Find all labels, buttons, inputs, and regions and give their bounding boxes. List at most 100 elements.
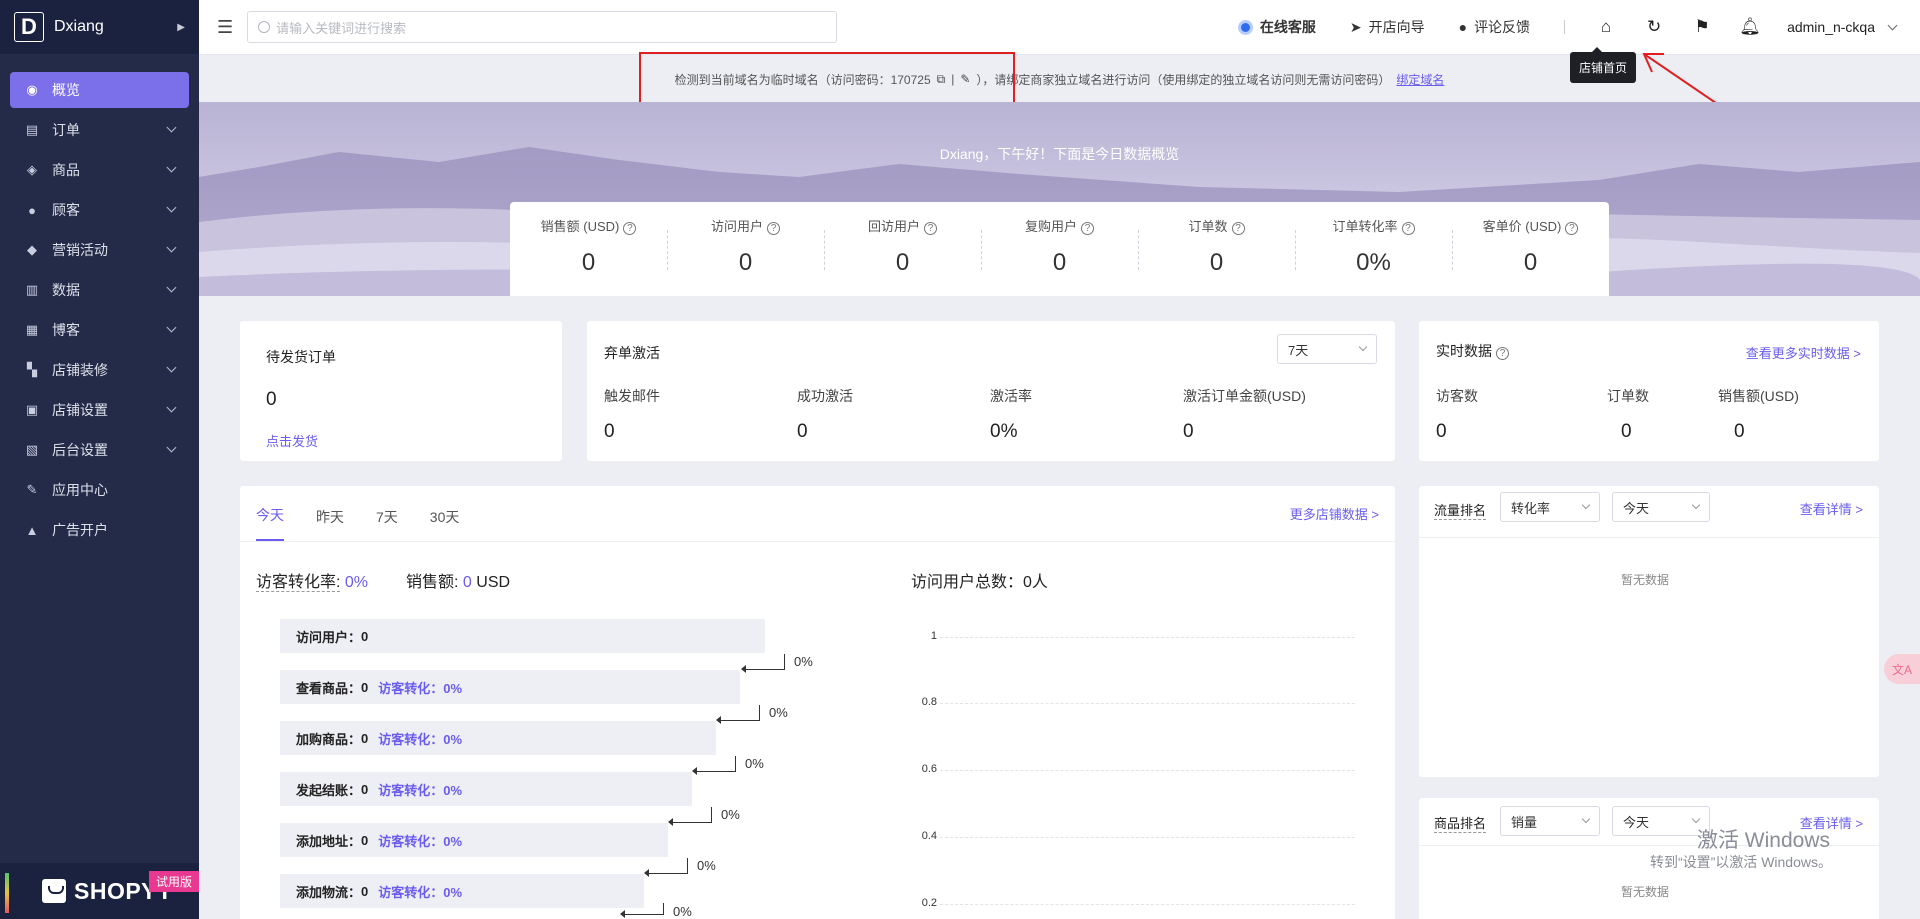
more-realtime-link[interactable]: 查看更多实时数据 > — [1746, 343, 1861, 362]
sidebar-item-blog[interactable]: ▦ 博客 — [10, 312, 189, 348]
sidebar-item-apps[interactable]: ✎ 应用中心 — [10, 472, 189, 508]
range-select[interactable]: 今天 — [1612, 806, 1710, 836]
help-icon[interactable]: ? — [1496, 347, 1509, 360]
sidebar-item-store-settings[interactable]: ▣ 店铺设置 — [10, 392, 189, 428]
dashboard-icon: ◉ — [26, 82, 38, 97]
admin-settings-icon: ▧ — [25, 442, 39, 457]
pending-count: 0 — [266, 389, 277, 410]
feedback-label: 评论反馈 — [1474, 19, 1531, 35]
chevron-down-icon[interactable] — [1887, 20, 1898, 30]
funnel-value: 0 — [361, 730, 369, 746]
y-tick-label: 0.2 — [921, 897, 937, 909]
funnel-connector — [644, 858, 688, 877]
range-select[interactable]: 7天 — [1277, 334, 1377, 364]
chevron-down-icon — [166, 242, 177, 253]
os-activation-watermark: 激活 Windows — [1696, 829, 1830, 852]
chevron-down-icon — [166, 402, 177, 413]
refresh-icon[interactable]: ↻ — [1643, 16, 1665, 38]
flag-icon[interactable]: ⚑ — [1691, 16, 1713, 38]
metric-label: 激活订单金额(USD) — [1183, 388, 1306, 404]
sidebar-item-decoration[interactable]: ▚ 店铺装修 — [10, 352, 189, 388]
stat-value: 0 — [1052, 249, 1067, 276]
bind-domain-link[interactable]: 绑定域名 — [1396, 71, 1444, 88]
store-name: Dxiang — [54, 18, 104, 35]
help-icon[interactable]: ? — [1231, 222, 1245, 235]
metric-value: 0 — [797, 421, 808, 442]
sidebar-item-admin-settings[interactable]: ▧ 后台设置 — [10, 432, 189, 468]
funnel-value: 0 — [361, 679, 369, 695]
trial-badge: 试用版 — [148, 871, 199, 892]
sidebar-item-label: 应用中心 — [52, 482, 108, 498]
stat-label: 复购用户 — [1024, 219, 1077, 234]
customer-service-link[interactable]: 在线客服 — [1237, 17, 1316, 37]
stat-value: 0 — [581, 249, 596, 276]
tab-today[interactable]: 今天 — [256, 505, 284, 541]
help-icon[interactable]: ? — [1401, 222, 1415, 235]
metric-select-value: 转化率 — [1511, 500, 1551, 516]
bell-icon[interactable]: 🔔︎ — [1739, 16, 1761, 38]
search-placeholder: 请输入关键词进行搜索 — [276, 20, 407, 36]
funnel-row: 添加地址： 0 访客转化：0% — [280, 823, 668, 857]
metric-select[interactable]: 转化率 — [1500, 492, 1600, 522]
feedback-link[interactable]: ● 评论反馈 — [1459, 17, 1530, 37]
products-icon: ◈ — [27, 162, 37, 177]
help-icon[interactable]: ? — [623, 222, 637, 235]
traffic-details-link[interactable]: 查看详情 > — [1800, 499, 1863, 518]
tab-7days[interactable]: 7天 — [376, 507, 398, 541]
top-actions: 在线客服 ➤ 开店向导 ● 评论反馈 ⌂ ↻ ⚑ 🔔︎ admin_n-ckqa — [1237, 0, 1920, 55]
sidebar-item-marketing[interactable]: ◆ 营销活动 — [10, 232, 189, 268]
stat-returning: 回访用户? 0 — [824, 216, 981, 296]
stat-label: 客单价 (USD) — [1482, 219, 1562, 234]
ship-now-link[interactable]: 点击发货 — [266, 431, 318, 450]
y-tick-label: 0.6 — [921, 763, 937, 775]
sidebar-item-data[interactable]: ▥ 数据 — [10, 272, 189, 308]
tab-yesterday[interactable]: 昨天 — [316, 507, 344, 541]
sidebar-item-orders[interactable]: ▤ 订单 — [10, 112, 189, 148]
tab-30days[interactable]: 30天 — [430, 507, 460, 541]
more-store-data-link[interactable]: 更多店铺数据 > — [1290, 504, 1379, 523]
range-select[interactable]: 今天 — [1612, 492, 1710, 522]
metric-label: 访客数 — [1436, 388, 1478, 404]
sidebar-item-label: 概览 — [52, 82, 80, 98]
sales-summary: 销售额: 0 USD — [406, 568, 510, 592]
chevron-down-icon — [166, 282, 177, 293]
translate-icon[interactable]: 文A — [1884, 654, 1920, 684]
stat-sales: 销售额 (USD)? 0 — [510, 216, 667, 296]
help-icon[interactable]: ? — [1081, 222, 1094, 235]
help-icon[interactable]: ? — [924, 222, 937, 235]
store-logo: D — [14, 12, 44, 42]
metric-value: 0 — [1621, 421, 1632, 442]
store-switcher[interactable]: D Dxiang ▶ — [0, 0, 199, 54]
chevron-down-icon — [166, 122, 177, 133]
user-menu[interactable]: admin_n-ckqa — [1787, 19, 1875, 35]
sidebar-item-customers[interactable]: ● 顾客 — [10, 192, 189, 228]
funnel-label: 发起结账： — [296, 782, 362, 798]
chevron-down-icon — [166, 162, 177, 173]
funnel-connector — [741, 654, 785, 673]
card-title: 商品排名 — [1434, 813, 1487, 833]
funnel-label: 加购商品： — [296, 731, 362, 747]
y-tick-label: 1 — [930, 630, 937, 642]
help-icon[interactable]: ? — [1565, 222, 1579, 235]
funnel-value: 0 — [361, 781, 369, 797]
sidebar-item-products[interactable]: ◈ 商品 — [10, 152, 189, 188]
help-icon[interactable]: ? — [767, 222, 780, 235]
search-input[interactable]: 请输入关键词进行搜索 — [247, 11, 838, 43]
sidebar-item-overview[interactable]: ◉ 概览 — [10, 72, 189, 108]
sidebar-item-ads[interactable]: ▲ 广告开户 — [10, 512, 189, 548]
hamburger-menu-icon[interactable]: ☰ — [217, 17, 233, 38]
shopping-bag-icon — [42, 879, 66, 903]
store-guide-link[interactable]: ➤ 开店向导 — [1350, 17, 1425, 37]
metric-select[interactable]: 销量 — [1500, 806, 1600, 836]
funnel-connector — [620, 903, 664, 918]
y-tick-label: 0.4 — [921, 830, 937, 842]
top-bar: ☰ 请输入关键词进行搜索 在线客服 ➤ 开店向导 ● 评论反馈 ⌂ ↻ ⚑ 🔔︎… — [199, 0, 1920, 55]
blog-icon: ▦ — [25, 322, 39, 337]
sidebar-item-label: 顾客 — [52, 202, 80, 218]
sidebar-footer: SHOPYY 试用版 — [0, 863, 199, 919]
stat-label: 订单数 — [1188, 219, 1228, 234]
funnel-row: 发起结账： 0 访客转化：0% — [280, 772, 692, 806]
chevron-down-icon — [1358, 342, 1368, 352]
funnel-conversion: 访客转化：0% — [378, 782, 463, 798]
home-icon[interactable]: ⌂ — [1595, 16, 1617, 38]
